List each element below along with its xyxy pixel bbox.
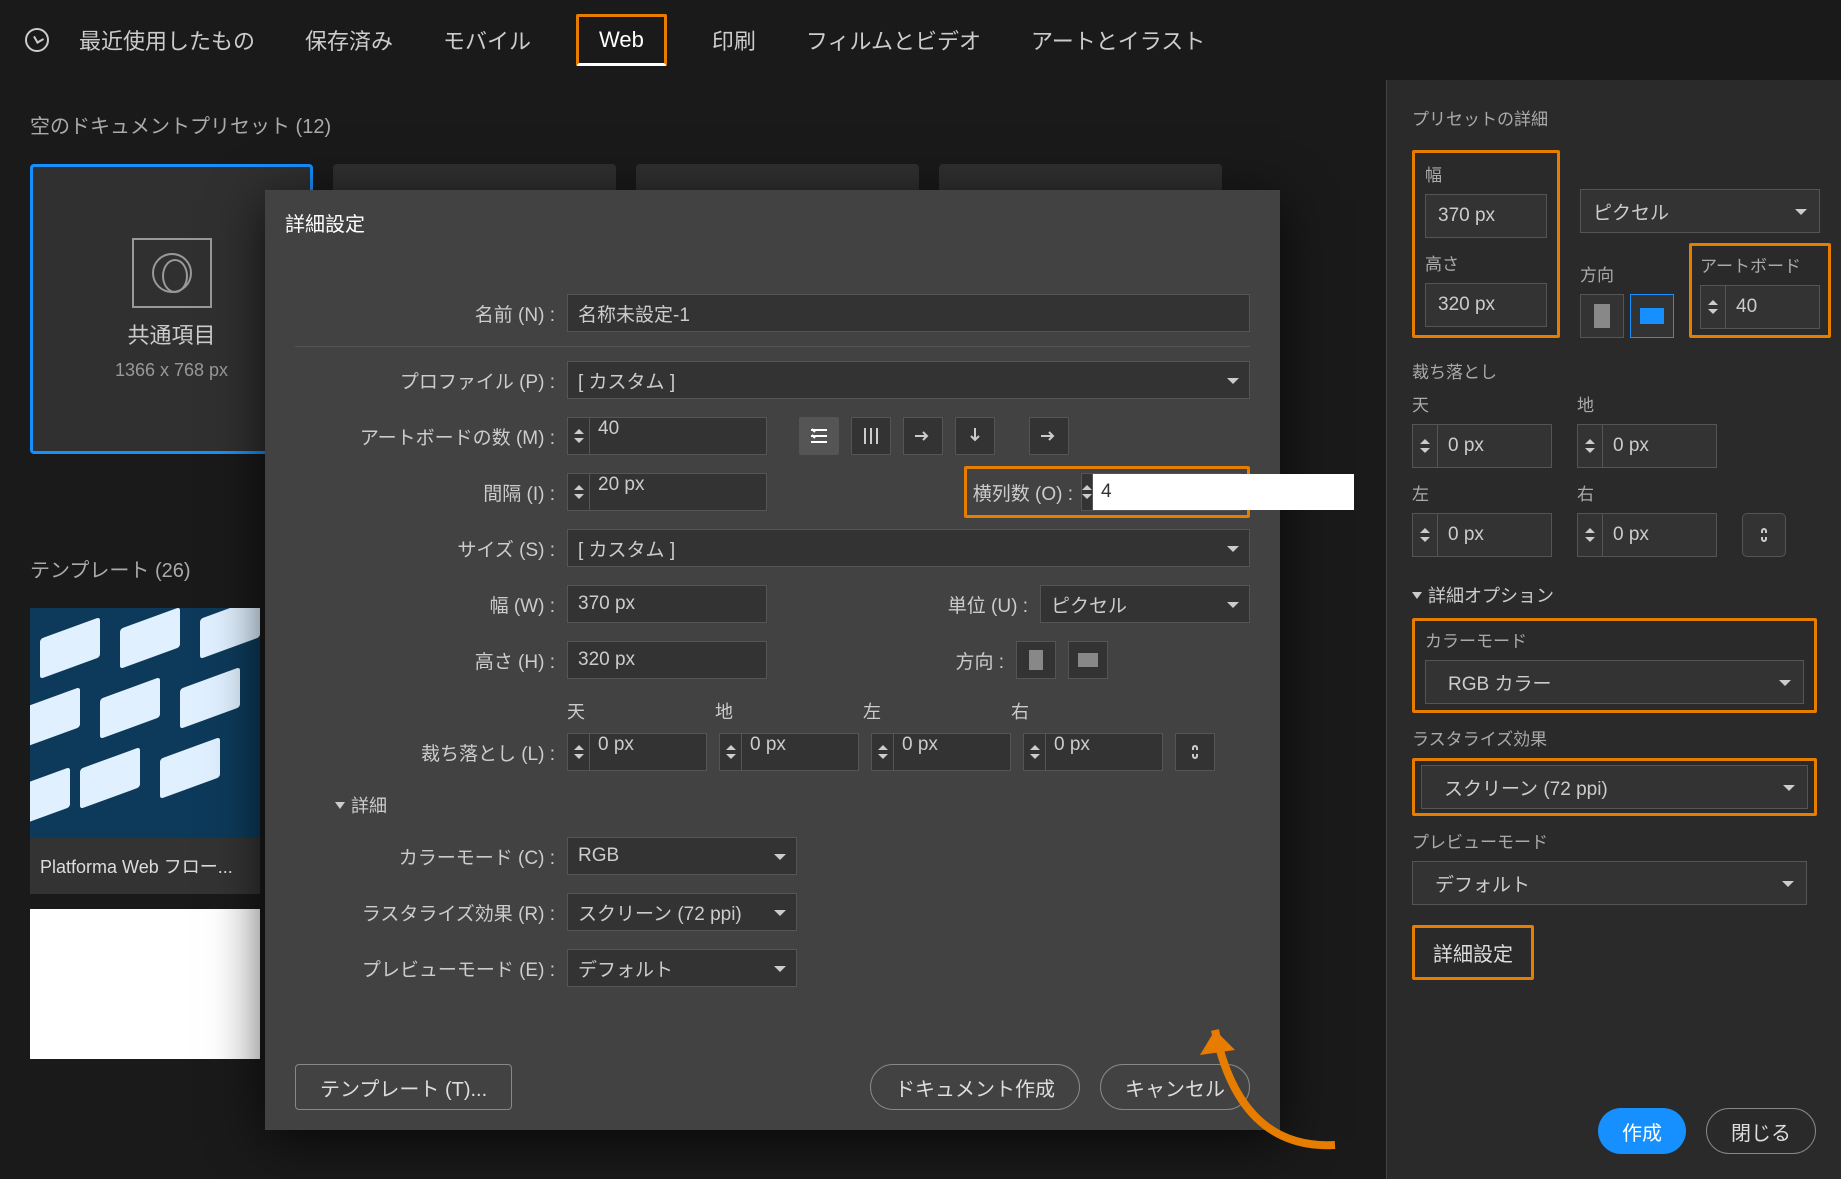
panel-bleed-bottom[interactable]: 0 px: [1577, 424, 1717, 468]
tab-print[interactable]: 印刷: [707, 14, 761, 66]
document-icon: [132, 238, 212, 308]
spacing-label: 間隔 (I) :: [295, 479, 555, 506]
grid-by-row-icon[interactable]: [799, 417, 839, 455]
colormode-label: カラーモード (C) :: [295, 843, 555, 870]
orient-label: 方向 :: [955, 647, 1004, 674]
tab-art[interactable]: アートとイラスト: [1026, 14, 1210, 66]
width-input[interactable]: [567, 585, 767, 623]
panel-create-button[interactable]: 作成: [1598, 1108, 1686, 1154]
link-bleed-icon[interactable]: [1175, 733, 1215, 771]
panel-bleed-right[interactable]: 0 px: [1577, 513, 1717, 557]
template-card[interactable]: [30, 909, 260, 1059]
tab-film[interactable]: フィルムとビデオ: [801, 14, 986, 66]
grid-by-col-icon[interactable]: [851, 417, 891, 455]
panel-colormode-select[interactable]: RGB カラー: [1425, 660, 1804, 704]
panel-raster-label: ラスタライズ効果: [1412, 725, 1831, 750]
size-select[interactable]: [ カスタム ]: [567, 529, 1250, 567]
panel-width-label: 幅: [1425, 161, 1547, 186]
preview-select[interactable]: デフォルト: [567, 949, 797, 987]
preview-label: プレビューモード (E) :: [295, 955, 555, 982]
preset-name: 共通項目: [127, 318, 215, 350]
tab-recent[interactable]: 最近使用したもの: [74, 14, 260, 66]
arrange-row-icon[interactable]: [903, 417, 943, 455]
cancel-button[interactable]: キャンセル: [1100, 1064, 1250, 1110]
artboards-label: アートボードの数 (M) :: [295, 423, 555, 450]
columns-stepper[interactable]: [1081, 473, 1241, 511]
bleed-top-head: 天: [567, 698, 585, 724]
create-document-button[interactable]: ドキュメント作成: [870, 1064, 1080, 1110]
unit-label: 単位 (U) :: [948, 591, 1028, 618]
panel-preview-label: プレビューモード: [1412, 828, 1831, 853]
panel-more-settings-button[interactable]: 詳細設定: [1412, 925, 1534, 980]
name-input[interactable]: [567, 294, 1250, 332]
panel-bleed-right-l: 右: [1577, 480, 1717, 505]
name-label: 名前 (N) :: [295, 300, 555, 327]
panel-unit-select[interactable]: ピクセル: [1580, 189, 1820, 233]
colormode-select[interactable]: RGB: [567, 837, 797, 875]
panel-bleed-left-l: 左: [1412, 480, 1552, 505]
tab-mobile[interactable]: モバイル: [438, 14, 536, 66]
panel-height-input[interactable]: 320 px: [1425, 283, 1547, 327]
preset-dim: 1366 x 768 px: [115, 360, 228, 381]
bleed-left-stepper[interactable]: 0 px: [871, 733, 1011, 771]
details-toggle[interactable]: 詳細: [335, 792, 1250, 818]
width-label: 幅 (W) :: [295, 591, 555, 618]
dialog-title: 詳細設定: [265, 190, 1280, 255]
panel-bleed-top[interactable]: 0 px: [1412, 424, 1552, 468]
bleed-right-stepper[interactable]: 0 px: [1023, 733, 1163, 771]
panel-height-label: 高さ: [1425, 250, 1547, 275]
panel-link-bleed-icon[interactable]: [1742, 513, 1786, 557]
panel-advanced-toggle[interactable]: 詳細オプション: [1412, 582, 1831, 608]
globe-icon: [152, 253, 192, 293]
top-tabs: 最近使用したもの 保存済み モバイル Web 印刷 フィルムとビデオ アートとイ…: [0, 0, 1841, 80]
advanced-settings-dialog: 詳細設定 名前 (N) : プロファイル (P) : [ カスタム ] アートボ…: [265, 190, 1280, 1130]
panel-title: プリセットの詳細: [1412, 105, 1831, 130]
orient-landscape-icon[interactable]: [1068, 641, 1108, 679]
panel-width-input[interactable]: 370 px: [1425, 194, 1547, 238]
arrange-rtl-icon[interactable]: [1029, 417, 1069, 455]
panel-bleed-top-l: 天: [1412, 391, 1552, 416]
bleed-right-head: 右: [1011, 698, 1029, 724]
tab-web[interactable]: Web: [576, 14, 667, 66]
bleed-bottom-head: 地: [715, 698, 733, 724]
panel-bleed-bottom-l: 地: [1577, 391, 1717, 416]
size-label: サイズ (S) :: [295, 535, 555, 562]
profile-select[interactable]: [ カスタム ]: [567, 361, 1250, 399]
panel-close-button[interactable]: 閉じる: [1706, 1108, 1816, 1154]
bleed-left-head: 左: [863, 698, 881, 724]
tab-saved[interactable]: 保存済み: [300, 14, 398, 66]
template-thumb: [30, 608, 260, 838]
height-label: 高さ (H) :: [295, 647, 555, 674]
panel-orient-portrait-icon[interactable]: [1580, 294, 1624, 338]
raster-label: ラスタライズ効果 (R) :: [295, 899, 555, 926]
panel-bleed-left[interactable]: 0 px: [1412, 513, 1552, 557]
bleed-bottom-stepper[interactable]: 0 px: [719, 733, 859, 771]
panel-preview-select[interactable]: デフォルト: [1412, 861, 1807, 905]
unit-select[interactable]: ピクセル: [1040, 585, 1250, 623]
presets-header: 空のドキュメントプリセット (12): [30, 110, 1386, 139]
bleed-top-stepper[interactable]: 0 px: [567, 733, 707, 771]
panel-orient-landscape-icon[interactable]: [1630, 294, 1674, 338]
columns-label: 横列数 (O) :: [973, 479, 1073, 506]
artboards-stepper[interactable]: 40: [567, 417, 767, 455]
template-button[interactable]: テンプレート (T)...: [295, 1064, 512, 1110]
template-name: Platforma Web フロー...: [30, 838, 260, 894]
panel-bleed-label: 裁ち落とし: [1412, 358, 1831, 383]
panel-artboard-stepper[interactable]: 40: [1700, 285, 1820, 329]
height-input[interactable]: [567, 641, 767, 679]
bleed-label: 裁ち落とし (L) :: [295, 739, 555, 766]
panel-raster-select[interactable]: スクリーン (72 ppi): [1421, 765, 1808, 809]
profile-label: プロファイル (P) :: [295, 367, 555, 394]
recent-icon: [25, 28, 49, 52]
template-card[interactable]: Platforma Web フロー...: [30, 608, 260, 894]
raster-select[interactable]: スクリーン (72 ppi): [567, 893, 797, 931]
panel-artboard-label: アートボード: [1700, 252, 1820, 277]
orient-portrait-icon[interactable]: [1016, 641, 1056, 679]
panel-orient-label: 方向: [1580, 261, 1674, 286]
arrange-col-icon[interactable]: [955, 417, 995, 455]
spacing-stepper[interactable]: 20 px: [567, 473, 767, 511]
panel-colormode-label: カラーモード: [1425, 627, 1804, 652]
